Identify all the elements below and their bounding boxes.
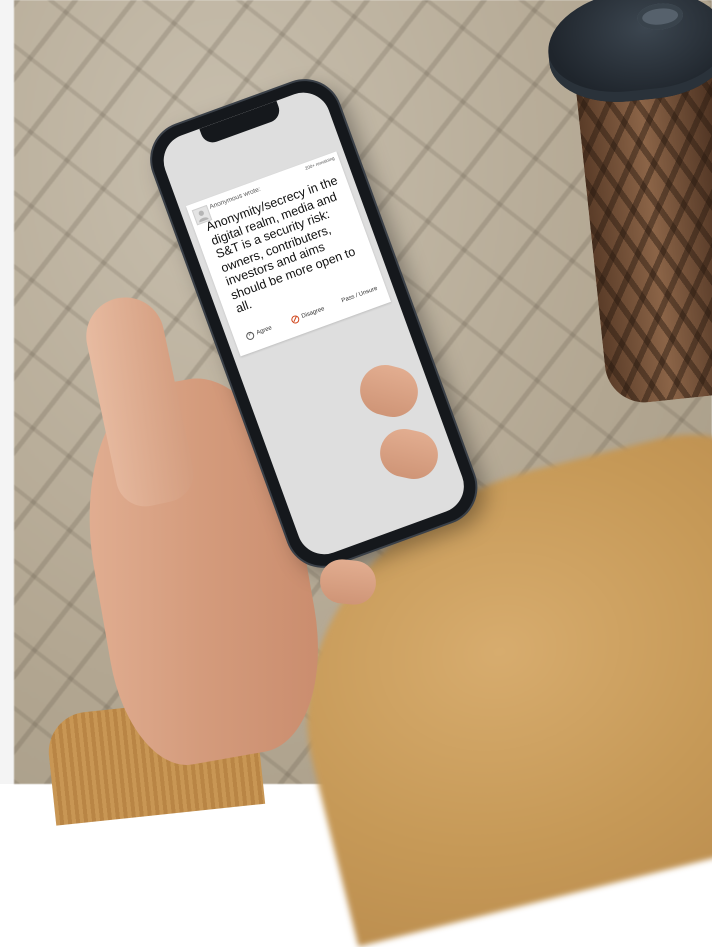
agree-button[interactable]: Agree (245, 324, 273, 342)
left-margin (0, 0, 14, 784)
remaining-count: 200+ remaining (304, 155, 336, 171)
disagree-button[interactable]: Disagree (290, 305, 326, 325)
pass-unsure-label: Pass / Unsure (340, 285, 379, 305)
statement-card: Anonymous wrote: 200+ remaining Anonymit… (185, 151, 392, 357)
disagree-label: Disagree (300, 306, 326, 320)
pass-unsure-button[interactable]: Pass / Unsure (341, 286, 378, 305)
agree-check-icon (245, 330, 256, 342)
disagree-ban-icon (290, 314, 301, 325)
agree-label: Agree (255, 325, 273, 337)
